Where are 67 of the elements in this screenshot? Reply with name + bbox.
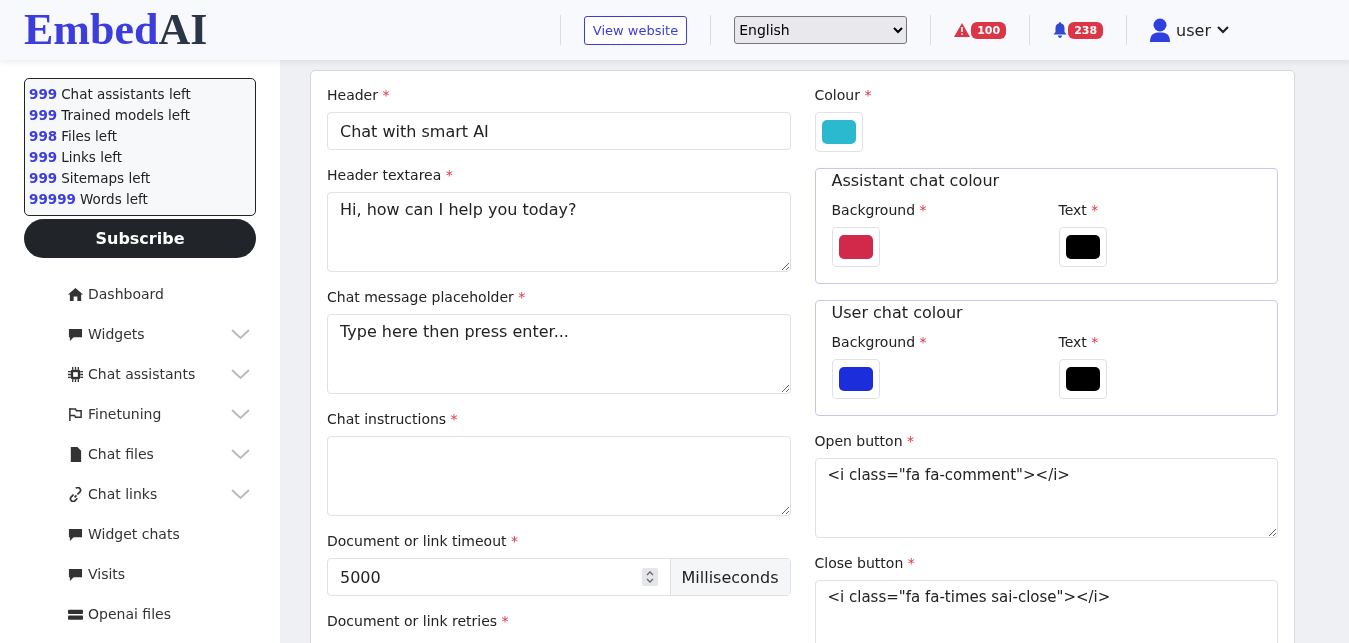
sidebar-item[interactable]: Visits [68,566,126,582]
field-label: Document or link retries * [327,612,510,630]
field-label: Background * [831,333,928,351]
color-picker[interactable] [831,227,880,267]
stat-count: 999 [29,169,58,188]
field-label: Text * [1058,201,1100,219]
field-label: Header textarea * [327,166,454,184]
field-label: Document or link timeout * [327,532,519,550]
stat-label: Chat assistants left [61,85,191,104]
field-label: Close button * [814,554,916,572]
stat-label: Words left [79,190,148,209]
warning-icon[interactable] [954,23,971,37]
number-field[interactable]: 5000 [328,559,671,595]
sidebar-item[interactable]: Widgets [68,326,145,342]
sidebar-item[interactable]: Chat files [68,446,154,462]
stat-count: 999 [29,148,58,167]
sidebar-item[interactable]: Finetuning [68,406,162,422]
text-area[interactable]: Type here then press enter... [327,314,791,394]
sidebar-item[interactable]: Dashboard [68,286,164,302]
chat-bubble-icon [68,566,83,582]
view-website-button[interactable]: View website [583,15,688,45]
color-picker[interactable] [814,112,863,152]
group-title: Assistant chat colour [831,171,1001,191]
field-label: Header * [327,86,391,104]
field-label: Chat message placeholder * [327,288,527,306]
file-icon [68,446,83,462]
text-area[interactable]: Hi, how can I help you today? [327,192,791,272]
subscribe-button[interactable]: Subscribe [24,219,256,258]
notification-count-badge: 238 [1068,21,1104,39]
field-label: Colour * [814,86,873,104]
stat-count: 999 [29,106,58,125]
sidebar-item[interactable]: Widget chats [68,526,180,542]
sidebar-item[interactable]: Chat links [68,486,158,502]
chevron-down-icon[interactable] [1217,26,1229,34]
unit-label: Milliseconds [670,559,790,595]
stat-label: Files left [61,127,117,146]
logo[interactable]: EmbedAI [24,8,208,52]
stat-count: 998 [29,127,58,146]
stat-count: 99999 [29,190,76,209]
chat-bubble-icon [68,526,83,542]
user-avatar-icon[interactable] [1150,18,1171,42]
sidebar-item[interactable]: Chat assistants [68,366,196,382]
sidebar-item[interactable]: Openai files [68,606,171,622]
text-area[interactable]: <i class="fa fa-comment"></i> [814,458,1278,538]
stat-label: Links left [61,148,123,167]
field-label: Background * [831,201,928,219]
stat-count: 999 [29,85,58,104]
bell-icon[interactable] [1053,22,1068,38]
language-select[interactable]: English [734,16,908,44]
text-area[interactable]: <i class="fa fa-times sai-close"></i> [814,580,1278,643]
color-picker[interactable] [1058,227,1107,267]
group-title: User chat colour [831,303,964,323]
stat-label: Trained models left [61,106,190,125]
field-label: Chat instructions * [327,410,459,428]
stat-label: Sitemaps left [61,169,151,188]
field-label: Open button * [814,432,915,450]
home-icon [68,286,83,302]
chip-icon [68,366,83,382]
color-picker[interactable] [1058,359,1107,399]
spinner-icon[interactable] [641,568,658,586]
field-label: Text * [1058,333,1100,351]
user-name[interactable]: user [1176,20,1211,40]
color-picker[interactable] [831,359,880,399]
text-field[interactable]: Chat with smart AI [327,112,791,150]
link-icon [68,486,83,502]
chat-bubble-icon [68,326,83,342]
flag-icon [68,406,83,422]
